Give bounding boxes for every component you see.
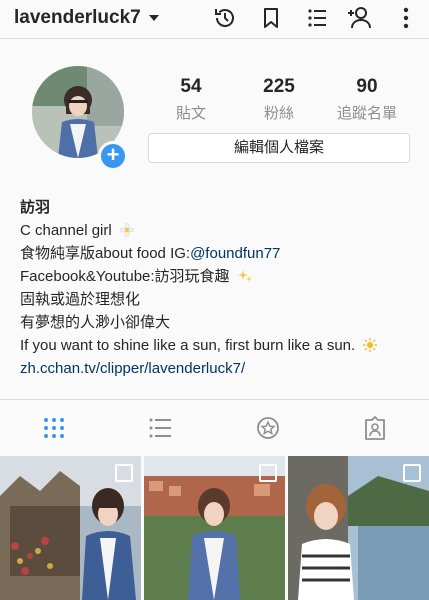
- following-label: 追蹤名單: [336, 105, 397, 122]
- top-bar: lavenderluck7: [0, 0, 429, 39]
- profile-tabs: [0, 399, 429, 455]
- list-view-icon[interactable]: [148, 416, 172, 440]
- bio-line-text: If you want to shine like a sun, first b…: [20, 337, 356, 354]
- bio-line: 有夢想的人渺小卻偉大: [20, 314, 171, 331]
- website-link[interactable]: zh.cchan.tv/clipper/lavenderluck7/: [20, 357, 420, 380]
- following-count: 90: [356, 76, 378, 97]
- sun-emoji-icon: [363, 338, 378, 352]
- bio-line-text: C channel girl: [20, 222, 112, 239]
- followers-count: 225: [263, 76, 295, 97]
- bio-line-text: 食物純享版about food IG:: [20, 245, 191, 262]
- bio-line: 固執或過於理想化: [20, 291, 141, 308]
- posts-count: 54: [180, 76, 202, 97]
- add-person-icon[interactable]: [346, 5, 372, 31]
- stat-posts[interactable]: 54 貼文: [146, 76, 236, 123]
- stat-followers[interactable]: 225 粉絲: [234, 76, 324, 123]
- stat-following[interactable]: 90 追蹤名單: [322, 76, 412, 123]
- sparkles-emoji-icon: [237, 270, 252, 282]
- bio-line: Facebook&Youtube:訪羽玩食趣: [20, 265, 420, 288]
- multiple-photos-icon: [259, 464, 277, 482]
- bookmark-icon[interactable]: [258, 5, 284, 31]
- daisy-emoji-icon: [119, 223, 134, 237]
- bio-line: C channel girl: [20, 219, 420, 242]
- posts-label: 貼文: [175, 105, 206, 122]
- username-switcher[interactable]: lavenderluck7: [14, 7, 159, 29]
- username: lavenderluck7: [14, 7, 141, 28]
- grid-icon[interactable]: [42, 416, 66, 440]
- edit-profile-button[interactable]: 編輯個人檔案: [148, 133, 410, 163]
- more-vertical-icon[interactable]: [393, 5, 419, 31]
- post-thumbnail[interactable]: [144, 456, 285, 600]
- post-thumbnail[interactable]: [0, 456, 141, 600]
- post-thumbnail[interactable]: [288, 456, 429, 600]
- bio: 訪羽 C channel girl 食物純享版about food IG:@fo…: [20, 196, 420, 380]
- list-icon[interactable]: [304, 5, 330, 31]
- bio-line: If you want to shine like a sun, first b…: [20, 334, 420, 357]
- add-story-button[interactable]: +: [98, 141, 128, 171]
- followers-label: 粉絲: [263, 105, 294, 122]
- bio-line: 食物純享版about food IG:@foundfun77: [20, 242, 420, 265]
- history-icon[interactable]: [212, 5, 238, 31]
- multiple-photos-icon: [403, 464, 421, 482]
- chevron-down-icon: [148, 15, 159, 21]
- multiple-photos-icon: [115, 464, 133, 482]
- star-badge-icon[interactable]: [256, 416, 280, 440]
- bio-line-text: Facebook&Youtube:訪羽玩食趣: [20, 268, 230, 285]
- mention-link[interactable]: @foundfun77: [190, 245, 280, 262]
- tagged-icon[interactable]: [363, 416, 387, 440]
- display-name: 訪羽: [20, 199, 51, 216]
